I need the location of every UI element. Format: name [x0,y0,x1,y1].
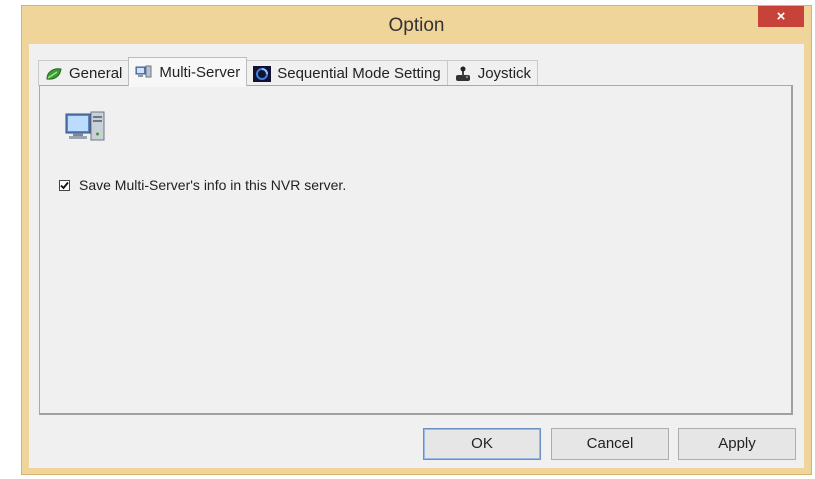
window-title: Option [388,15,445,36]
option-dialog: Option × General Multi-Server Sequential… [21,5,812,475]
computer-server-icon [64,108,108,146]
apply-button[interactable]: Apply [678,428,796,460]
dialog-client-area: General Multi-Server Sequential Mode Set… [29,44,804,468]
save-multi-server-info-label: Save Multi-Server's info in this NVR ser… [79,177,347,193]
tab-general-label: General [69,65,123,82]
multi-server-panel: Save Multi-Server's info in this NVR ser… [39,85,793,415]
close-button[interactable]: × [758,6,804,27]
ok-button[interactable]: OK [423,428,541,460]
checkmark-icon [60,181,69,189]
tab-joystick-label: Joystick [477,65,532,82]
save-multi-server-info-checkbox[interactable] [59,179,70,191]
sequential-mode-icon [253,65,272,82]
tab-multi-server-label: Multi-Server [159,63,241,81]
title-bar[interactable]: Option × [22,6,811,44]
tab-sequential-mode-setting[interactable]: Sequential Mode Setting [246,60,448,86]
multi-server-icon [135,64,153,80]
cancel-button[interactable]: Cancel [551,428,669,460]
tab-multi-server[interactable]: Multi-Server [128,57,248,87]
tab-bar: General Multi-Server Sequential Mode Set… [38,57,539,87]
joystick-icon [454,66,472,82]
tab-general[interactable]: General [38,60,130,86]
tab-joystick[interactable]: Joystick [446,60,539,86]
green-leaf-icon [45,66,63,82]
save-multi-server-info-row[interactable]: Save Multi-Server's info in this NVR ser… [59,177,346,193]
close-icon: × [776,8,786,25]
tab-sequential-mode-label: Sequential Mode Setting [277,65,441,82]
dialog-buttons: OK Cancel Apply [29,428,804,460]
